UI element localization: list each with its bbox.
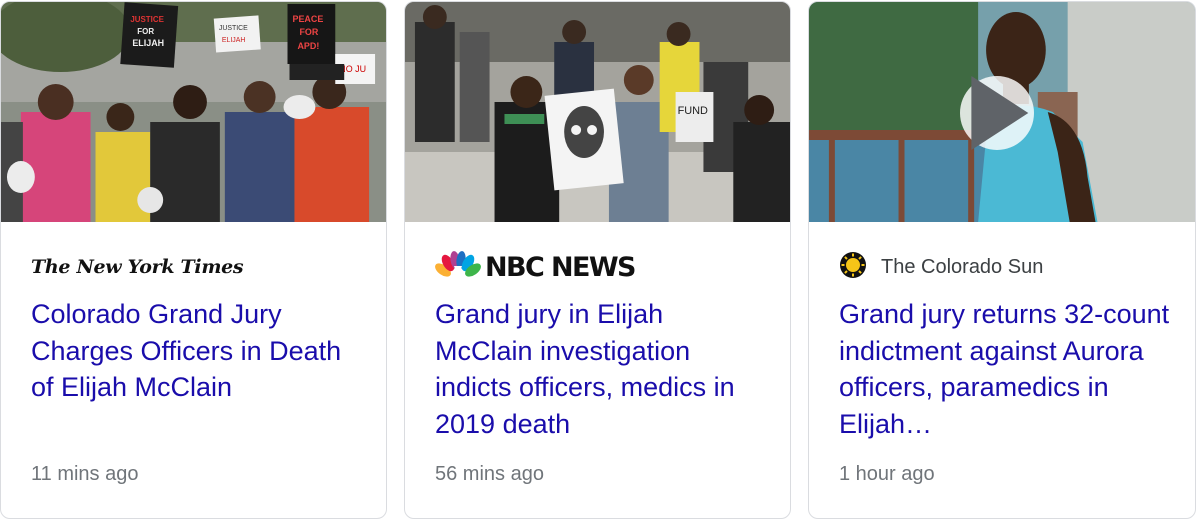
svg-text:JUSTICE: JUSTICE bbox=[219, 25, 248, 32]
source-name[interactable]: The New York Times bbox=[31, 256, 244, 278]
article-thumbnail[interactable] bbox=[809, 2, 1195, 222]
colorado-sun-icon bbox=[839, 251, 867, 284]
nbc-peacock-icon bbox=[435, 250, 481, 284]
article-headline[interactable]: Colorado Grand Jury Charges Officers in … bbox=[31, 296, 361, 406]
svg-text:ELIJAH: ELIJAH bbox=[132, 38, 164, 48]
sign-justice-1: JUSTICE bbox=[130, 15, 164, 24]
sign-fund: FUND bbox=[678, 105, 708, 117]
source-row: The Colorado Sun bbox=[839, 250, 1043, 284]
svg-text:PEACE: PEACE bbox=[292, 14, 323, 24]
protest-photo: FUND bbox=[405, 2, 790, 222]
source-row: The New York Times bbox=[31, 250, 244, 284]
svg-text:APD!: APD! bbox=[297, 41, 319, 51]
news-card-nbc[interactable]: FUND NBC NEWS Grand jury in Elijah McCla… bbox=[404, 1, 791, 519]
article-thumbnail[interactable]: FUND bbox=[405, 2, 790, 222]
svg-text:ELIJAH: ELIJAH bbox=[222, 37, 246, 44]
article-thumbnail[interactable]: JUSTICE FOR ELIJAH JUSTICE ELIJAH PEACE … bbox=[1, 2, 386, 222]
top-stories-carousel: JUSTICE FOR ELIJAH JUSTICE ELIJAH PEACE … bbox=[0, 0, 1200, 524]
source-name[interactable]: The Colorado Sun bbox=[881, 256, 1043, 279]
source-name[interactable]: NBC NEWS bbox=[485, 252, 636, 283]
svg-text:FOR: FOR bbox=[299, 27, 318, 37]
play-button[interactable] bbox=[960, 76, 1034, 150]
svg-text:FOR: FOR bbox=[137, 27, 154, 36]
news-card-colorado-sun[interactable]: The Colorado Sun Grand jury returns 32-c… bbox=[808, 1, 1196, 519]
play-icon bbox=[971, 76, 1029, 150]
article-headline[interactable]: Grand jury returns 32-count indictment a… bbox=[839, 296, 1174, 442]
protest-photo: JUSTICE FOR ELIJAH JUSTICE ELIJAH PEACE … bbox=[1, 2, 386, 222]
article-time: 1 hour ago bbox=[839, 463, 935, 485]
article-time: 11 mins ago bbox=[31, 463, 139, 485]
source-row: NBC NEWS bbox=[435, 250, 636, 284]
article-time: 56 mins ago bbox=[435, 463, 544, 485]
news-card-nyt[interactable]: JUSTICE FOR ELIJAH JUSTICE ELIJAH PEACE … bbox=[0, 1, 387, 519]
article-headline[interactable]: Grand jury in Elijah McClain investigati… bbox=[435, 296, 765, 442]
